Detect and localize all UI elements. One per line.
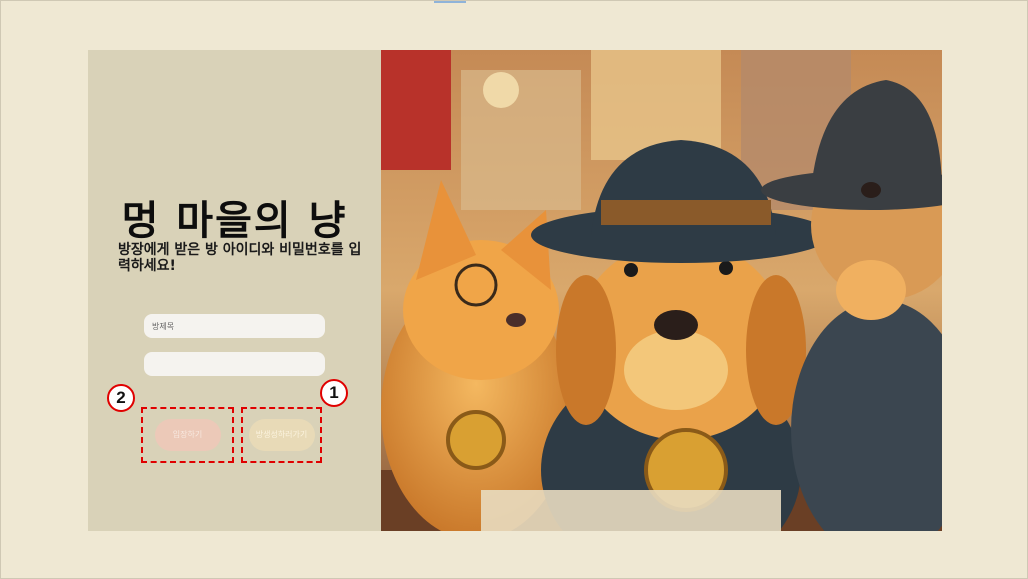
street-lamp-icon <box>483 72 519 108</box>
detective-animals-illustration <box>381 50 942 531</box>
create-room-button[interactable]: 방생성하러가기 <box>248 419 315 451</box>
enter-room-button[interactable]: 입장하기 <box>154 419 221 451</box>
hero-illustration <box>381 50 942 531</box>
login-card: 멍 마을의 냥 방장에게 받은 방 아이디와 비밀번호를 입력하세요! 2 1 … <box>88 50 942 531</box>
room-password-input[interactable] <box>144 352 325 376</box>
annotation-box-create: 방생성하러가기 <box>241 407 322 463</box>
annotation-badge-1: 1 <box>320 379 348 407</box>
page-frame: 멍 마을의 냥 방장에게 받은 방 아이디와 비밀번호를 입력하세요! 2 1 … <box>0 0 1028 579</box>
red-awning <box>381 50 451 170</box>
instruction-text: 방장에게 받은 방 아이디와 비밀번호를 입력하세요! <box>118 242 362 274</box>
newspaper <box>481 490 781 531</box>
room-name-input[interactable] <box>144 314 325 338</box>
top-scroll-indicator <box>434 1 466 3</box>
login-panel: 멍 마을의 냥 방장에게 받은 방 아이디와 비밀번호를 입력하세요! 2 1 … <box>88 50 381 531</box>
annotation-box-enter: 입장하기 <box>141 407 234 463</box>
annotation-badge-2: 2 <box>107 384 135 412</box>
dog-nose <box>654 310 698 340</box>
pocket-watch-icon <box>446 410 506 470</box>
page-title: 멍 마을의 냥 <box>121 198 348 244</box>
